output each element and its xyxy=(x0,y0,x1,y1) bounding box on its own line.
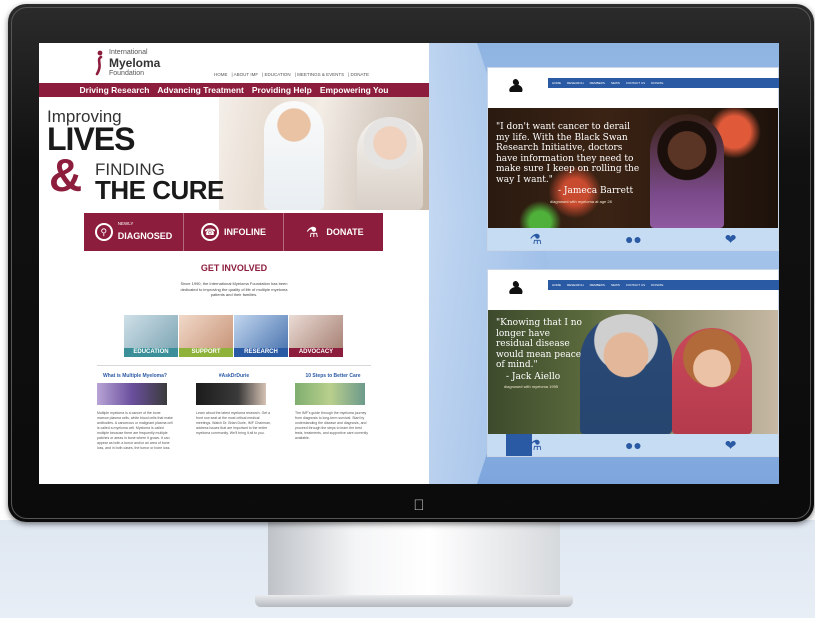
logo-text-line3: Foundation xyxy=(109,70,145,77)
top-nav-education[interactable]: EDUCATION xyxy=(265,72,291,77)
column-title[interactable]: What is Multiple Myeloma? xyxy=(97,373,173,379)
column-10-steps: 10 Steps to Better Care The IMF's guide … xyxy=(295,373,371,441)
shot1-icon-bar: ⚗ ●● ❤ xyxy=(488,228,778,250)
heart-icon[interactable]: ❤ xyxy=(725,232,737,246)
main-nav-driving-research[interactable]: Driving Research xyxy=(80,85,150,95)
imf-website: International Myeloma Foundation HOME | A… xyxy=(39,43,429,484)
intro-text: Since 1990, the International Myeloma Fo… xyxy=(180,281,288,297)
tile-support[interactable]: SUPPORT xyxy=(179,315,233,357)
shot2-portrait-man xyxy=(580,314,672,434)
shot-nav-item[interactable]: HOME xyxy=(552,81,561,85)
hero-patient-image xyxy=(357,117,423,210)
newly-diagnosed-button[interactable]: ⚲ NEWLY DIAGNOSED xyxy=(84,213,184,251)
flask-icon[interactable]: ⚗ xyxy=(529,232,542,246)
shot2-hero: "Knowing that I no longer have residual … xyxy=(488,310,778,434)
shot1-portrait xyxy=(650,114,724,228)
donate-button[interactable]: ⚗ DONATE xyxy=(284,213,383,251)
logo-text-line2: Myeloma xyxy=(109,56,161,70)
column-ask-dr-durie: #AskDrDurie Learn about the latest myelo… xyxy=(196,373,272,436)
top-nav-about[interactable]: ABOUT IMF xyxy=(234,72,258,77)
stage:  International Myeloma Foundation HOME|… xyxy=(0,0,815,618)
magnifier-icon: ⚲ xyxy=(94,223,113,241)
column-what-is-myeloma: What is Multiple Myeloma? Multiple myelo… xyxy=(97,373,173,451)
shot-nav-item[interactable]: HOME xyxy=(552,283,561,287)
shot2-subtitle: diagnosed with myeloma 1995 xyxy=(504,384,559,389)
hero-doctor-image xyxy=(264,101,324,210)
cta-diagnosed-label: DIAGNOSED xyxy=(117,230,173,241)
flask-icon: ⚗ xyxy=(306,223,319,240)
people-icon[interactable]: ●● xyxy=(625,232,642,246)
column-text: Learn about the latest myeloma research.… xyxy=(196,411,271,435)
cta-infoline-label: INFOLINE xyxy=(224,227,266,237)
tile-education[interactable]: EDUCATION xyxy=(124,315,178,357)
shot1-hero: "I don't want cancer to derail my life. … xyxy=(488,108,778,228)
cta-newly-label: NEWLY xyxy=(117,220,134,226)
infoline-button[interactable]: ☎ INFOLINE xyxy=(184,213,284,251)
shot-nav-item[interactable]: MEMBERS xyxy=(590,81,605,85)
black-swan-screenshot-1: HOME RESEARCH MEMBERS NEWS CONTACT US DO… xyxy=(487,67,779,251)
column-image xyxy=(295,383,365,405)
shot-nav: HOME RESEARCH MEMBERS NEWS CONTACT US DO… xyxy=(548,280,779,290)
tile-research[interactable]: RESEARCH xyxy=(234,315,288,357)
column-image xyxy=(97,383,167,405)
shot1-subtitle: diagnosed with myeloma at age 28 xyxy=(550,199,612,204)
shot-nav-item[interactable]: DONATE xyxy=(651,81,663,85)
main-nav-advancing-treatment[interactable]: Advancing Treatment xyxy=(157,85,243,95)
hero-ampersand: & xyxy=(49,149,83,201)
phone-icon: ☎ xyxy=(201,223,219,241)
shot2-icon-bar: ⚗ ●● ❤ xyxy=(488,434,778,456)
main-nav-providing-help[interactable]: Providing Help xyxy=(252,85,312,95)
main-nav: Driving Research Advancing Treatment Pro… xyxy=(39,83,429,97)
column-image xyxy=(196,383,266,405)
imf-logo-icon xyxy=(95,50,103,76)
hero-banner: Improving LIVES & FINDING THE CURE xyxy=(39,97,429,210)
shot-nav-item[interactable]: MEMBERS xyxy=(590,283,605,287)
cta-bar: ⚲ NEWLY DIAGNOSED ☎ INFOLINE ⚗ DONATE xyxy=(84,213,383,251)
swan-logo-icon xyxy=(509,79,523,92)
section-divider xyxy=(97,365,371,366)
flask-icon[interactable]: ⚗ xyxy=(529,438,542,452)
selected-tab-indicator xyxy=(506,434,532,456)
shot-nav-item[interactable]: CONTACT US xyxy=(626,283,645,287)
tiles-row: EDUCATION SUPPORT RESEARCH ADVOCACY xyxy=(124,315,343,357)
top-nav-donate[interactable]: DONATE xyxy=(351,72,369,77)
monitor-stand xyxy=(268,521,560,599)
logo-text-line1: International xyxy=(109,49,148,56)
get-involved-heading: GET INVOLVED xyxy=(200,263,268,273)
shot2-quote: "Knowing that I no longer have residual … xyxy=(496,318,582,370)
top-nav-meetings[interactable]: MEETINGS & EVENTS xyxy=(297,72,344,77)
cta-donate-label: DONATE xyxy=(326,227,364,237)
shot-nav: HOME RESEARCH MEMBERS NEWS CONTACT US DO… xyxy=(548,78,779,88)
people-icon[interactable]: ●● xyxy=(625,438,642,452)
shot-nav-item[interactable]: NEWS xyxy=(611,283,620,287)
hero-cure-text: THE CURE xyxy=(95,175,224,205)
monitor-screen: International Myeloma Foundation HOME | A… xyxy=(39,43,779,484)
top-nav-home[interactable]: HOME xyxy=(214,72,228,77)
shot1-quote: "I don't want cancer to derail my life. … xyxy=(496,122,640,185)
column-text: The IMF's guide through the myeloma jour… xyxy=(295,411,368,440)
shot-nav-item[interactable]: NEWS xyxy=(611,81,620,85)
apple-logo-icon:  xyxy=(412,498,426,514)
column-title[interactable]: 10 Steps to Better Care xyxy=(295,373,371,379)
heart-icon[interactable]: ❤ xyxy=(725,438,737,452)
shot-nav-item[interactable]: DONATE xyxy=(651,283,663,287)
column-title[interactable]: #AskDrDurie xyxy=(196,373,272,379)
main-nav-empowering-you[interactable]: Empowering You xyxy=(320,85,389,95)
shot2-portrait-woman xyxy=(672,328,752,434)
top-nav: HOME | ABOUT IMF | EDUCATION | MEETINGS & E… xyxy=(214,72,369,77)
column-text: Multiple myeloma is a cancer of the bone… xyxy=(97,411,173,450)
shot-nav-item[interactable]: CONTACT US xyxy=(626,81,645,85)
tile-advocacy[interactable]: ADVOCACY xyxy=(289,315,343,357)
shot-nav-item[interactable]: RESEARCH xyxy=(567,283,584,287)
monitor-stand-foot xyxy=(255,595,573,607)
shot2-author: - Jack Aiello xyxy=(506,372,561,382)
black-swan-screenshot-2: HOME RESEARCH MEMBERS NEWS CONTACT US DO… xyxy=(487,269,779,457)
shot-nav-item[interactable]: RESEARCH xyxy=(567,81,584,85)
shot1-author: - Jameca Barrett xyxy=(558,186,634,196)
swan-logo-icon xyxy=(509,281,523,294)
